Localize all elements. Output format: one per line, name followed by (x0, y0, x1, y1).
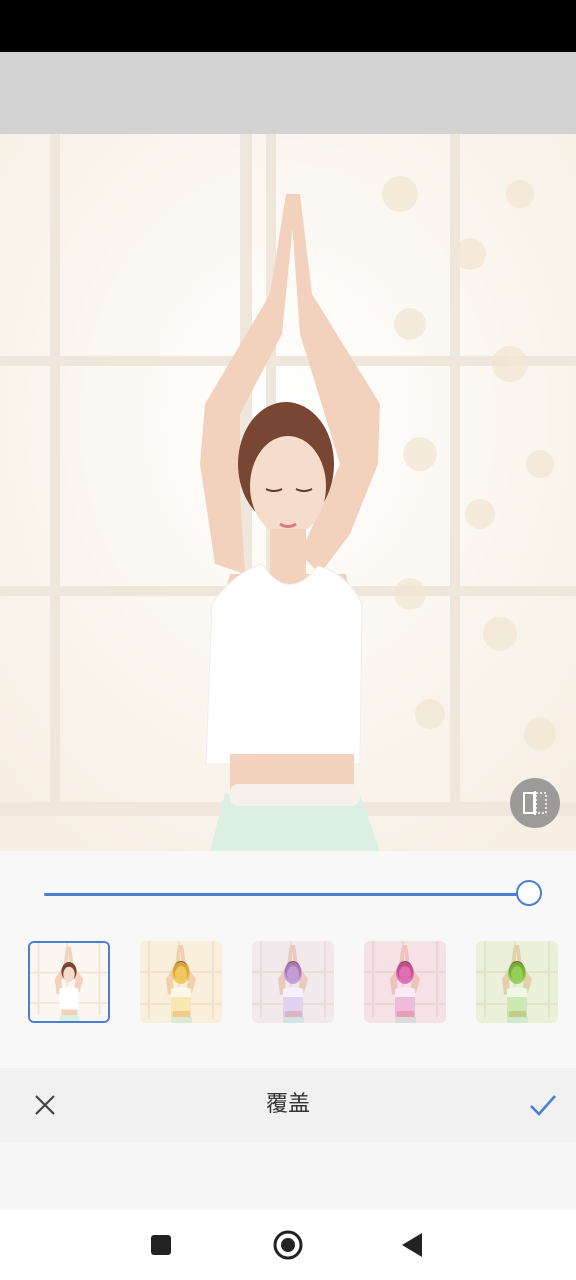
filter-preview-image (476, 941, 558, 1023)
bottom-action-bar: 覆盖 (0, 1068, 576, 1142)
compare-split-icon (523, 791, 547, 815)
triangle-back-icon (402, 1233, 422, 1257)
close-icon (35, 1095, 55, 1115)
lower-empty-area (0, 1142, 576, 1210)
status-bar (0, 0, 576, 52)
slider-track (44, 893, 530, 896)
filter-preview-image (140, 941, 222, 1023)
filter-thumb-original[interactable] (28, 941, 110, 1023)
nav-back-button[interactable] (394, 1227, 430, 1263)
tool-title: 覆盖 (265, 1092, 310, 1117)
intensity-slider[interactable] (44, 878, 544, 910)
nav-home-button[interactable] (270, 1227, 306, 1263)
photo-image (0, 134, 576, 851)
nav-recent-button[interactable] (143, 1227, 179, 1263)
filter-preview-image (364, 941, 446, 1023)
check-icon (530, 1095, 556, 1116)
system-nav-bar (0, 1210, 576, 1280)
cancel-button[interactable] (28, 1088, 62, 1122)
circle-icon (273, 1230, 303, 1260)
top-toolbar-area (0, 52, 576, 134)
filter-thumb-gold[interactable] (140, 941, 222, 1023)
filter-thumbnails (28, 941, 558, 1025)
filter-thumb-green[interactable] (476, 941, 558, 1023)
filter-thumb-violet[interactable] (252, 941, 334, 1023)
compare-button[interactable] (510, 778, 560, 828)
photo-preview (0, 134, 576, 851)
filter-thumb-magenta[interactable] (364, 941, 446, 1023)
filter-preview-image (252, 941, 334, 1023)
slider-thumb[interactable] (516, 880, 542, 906)
square-icon (151, 1235, 171, 1255)
filter-preview-image (30, 943, 108, 1021)
confirm-button[interactable] (524, 1086, 562, 1124)
